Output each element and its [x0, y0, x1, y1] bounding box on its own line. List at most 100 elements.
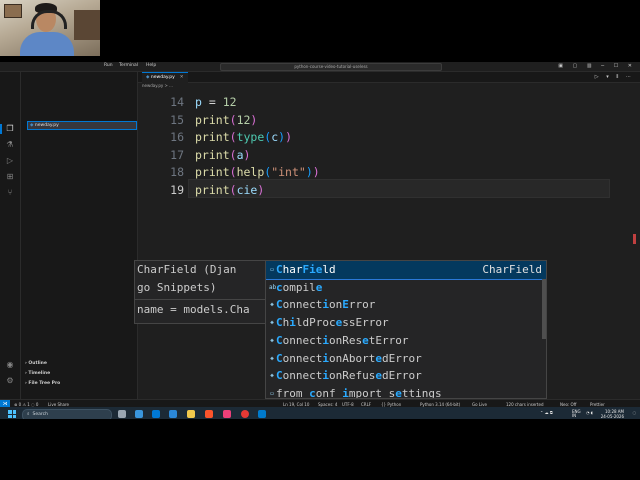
suggestion-label-part: e: [315, 280, 323, 294]
store-icon[interactable]: [169, 410, 177, 418]
tray-icons[interactable]: ⌃ ☁ ⧉: [540, 410, 553, 415]
suggestion-label-part: onnect: [282, 298, 323, 312]
search-icon: ⌕: [27, 412, 30, 417]
section-outline[interactable]: › Outline: [25, 360, 47, 367]
suggestion-widget[interactable]: ▭ CharField CharField ab compile ◈ ConnectionE…: [265, 260, 547, 399]
notification-bell-icon[interactable]: ◌: [633, 410, 637, 415]
code-token: print: [195, 165, 230, 179]
line-number: 18: [170, 165, 184, 179]
suggestion-label-part: C: [276, 298, 283, 312]
suggestion-item[interactable]: ◈ ConnectionResetError: [266, 332, 546, 350]
suggestion-label-part: onnect: [282, 369, 323, 383]
section-file-tree-label: File Tree Pro: [28, 381, 61, 386]
clock-date: 24-05-2026: [600, 414, 624, 419]
suggestion-label-part: ttings: [401, 386, 442, 399]
file-explorer-icon[interactable]: [187, 410, 195, 418]
section-file-tree-pro[interactable]: › File Tree Pro: [25, 380, 60, 387]
suggestion-label-part: C: [276, 333, 283, 347]
explorer-icon[interactable]: ❐: [0, 124, 15, 134]
code-token: 12: [236, 112, 251, 127]
suggestion-scrollbar[interactable]: [542, 279, 546, 339]
section-timeline[interactable]: › Timeline: [25, 370, 50, 377]
suggestion-item[interactable]: ◈ ConnectionError: [266, 296, 546, 314]
suggestion-label-part: onRefus: [329, 369, 376, 383]
taskbar-search[interactable]: ⌕ Search: [22, 409, 112, 419]
suggestion-item[interactable]: ab compile: [266, 279, 546, 297]
brave-icon[interactable]: [205, 410, 213, 418]
tab-newday[interactable]: ◆ newday.py ✕: [142, 72, 188, 83]
code-text: print(12): [195, 112, 257, 129]
snippet-icon: ▭: [270, 389, 274, 397]
line-number: 19: [170, 182, 184, 197]
code-text: p = 12: [195, 94, 237, 111]
edge-icon[interactable]: [152, 410, 160, 418]
suggestion-item[interactable]: ◈ ConnectionRefusedError: [266, 367, 546, 385]
suggestion-item[interactable]: ▭ CharField CharField: [266, 261, 546, 280]
command-center[interactable]: python-course-video-tutorial-useless: [220, 63, 442, 71]
windows-start-icon[interactable]: [8, 410, 16, 418]
wifi-volume-icon[interactable]: ◔ ◖: [586, 410, 593, 415]
suggestion-label-part: har: [282, 263, 303, 276]
suggestion-label-part: dError: [381, 351, 422, 365]
suggestion-label: ChildProcessError: [276, 314, 389, 332]
suggestion-label-part: C: [276, 316, 283, 330]
line-number: 15: [170, 112, 184, 127]
widgets-icon[interactable]: [135, 410, 143, 418]
run-debug-icon[interactable]: ▷: [5, 156, 15, 165]
code-token: =: [201, 95, 223, 109]
tray-language[interactable]: ENG IN: [572, 410, 581, 418]
suggestion-label-part: ldProc: [295, 316, 336, 330]
section-timeline-label: Timeline: [28, 371, 51, 376]
vscode-taskbar-icon[interactable]: [258, 410, 266, 418]
suggestion-label-part: tError: [368, 333, 409, 347]
suggestion-item[interactable]: ◈ ConnectionAbortedError: [266, 350, 546, 368]
breadcrumb[interactable]: newday.py > ...: [142, 83, 173, 88]
taskbar-clock[interactable]: 10:28 AM 24-05-2026: [601, 409, 624, 419]
code-token: (: [229, 112, 237, 127]
editor-tabs: ◆ newday.py ✕ ▷ ▾ ⫴ ⋯: [138, 72, 640, 83]
source-control-icon[interactable]: ⑂: [5, 188, 15, 197]
suggestion-detail: CharField: [482, 263, 542, 276]
chrome-icon[interactable]: [241, 410, 249, 418]
code-token: print: [195, 130, 230, 144]
code-token: 12: [222, 95, 237, 109]
window-controls[interactable]: ▣ ▢ ▥ ─ ☐ ✕: [558, 63, 636, 69]
suggestion-label-part: rror: [348, 298, 376, 312]
menu-help[interactable]: Help: [146, 63, 156, 68]
suggestion-label-part: c: [309, 386, 316, 399]
close-icon[interactable]: ✕: [180, 75, 184, 80]
scrollbar-marker[interactable]: [633, 234, 636, 244]
suggestion-item[interactable]: ▭ from conf import settings: [266, 385, 546, 399]
suggestion-label: ConnectionError: [276, 296, 375, 314]
class-icon: ◈: [270, 336, 274, 344]
account-icon[interactable]: ◉: [5, 360, 15, 369]
class-icon: ◈: [270, 354, 274, 362]
code-token: (: [229, 130, 237, 144]
suggestion-label-part: on: [329, 298, 343, 312]
webcam-overlay: [0, 0, 100, 56]
tray-region-label: IN: [572, 413, 577, 418]
code-token: (: [229, 147, 237, 162]
menu-run[interactable]: Run: [104, 63, 113, 68]
suggestion-label-part: e: [375, 369, 382, 383]
code-token: ): [250, 112, 258, 127]
menu-terminal[interactable]: Terminal: [119, 63, 138, 68]
suggestion-label-part: e: [362, 333, 369, 347]
task-view-icon[interactable]: [118, 410, 126, 418]
explorer-file-newday[interactable]: ◆ newday.py: [27, 121, 137, 130]
test-flask-icon[interactable]: ⚗: [5, 140, 15, 149]
code-text: print(type(c)): [195, 129, 292, 146]
editor-actions[interactable]: ▷ ▾ ⫴ ⋯: [595, 74, 634, 80]
suggestion-label-part: ompil: [282, 280, 316, 294]
suggestion-label-part: mport s: [348, 386, 396, 399]
vscode-window: Run Terminal Help python-course-video-tu…: [0, 62, 640, 419]
hover-snippet: name = models.Cha: [137, 303, 250, 316]
code-token: cie: [236, 182, 258, 197]
settings-gear-icon[interactable]: ⚙: [5, 376, 15, 385]
suggestion-item[interactable]: ◈ ChildProcessError: [266, 314, 546, 332]
app-icon[interactable]: [223, 410, 231, 418]
line-number: 14: [170, 95, 184, 109]
extensions-icon[interactable]: ⊞: [5, 172, 15, 181]
wall-frame: [4, 4, 22, 18]
code-text: print(cie): [195, 182, 264, 199]
